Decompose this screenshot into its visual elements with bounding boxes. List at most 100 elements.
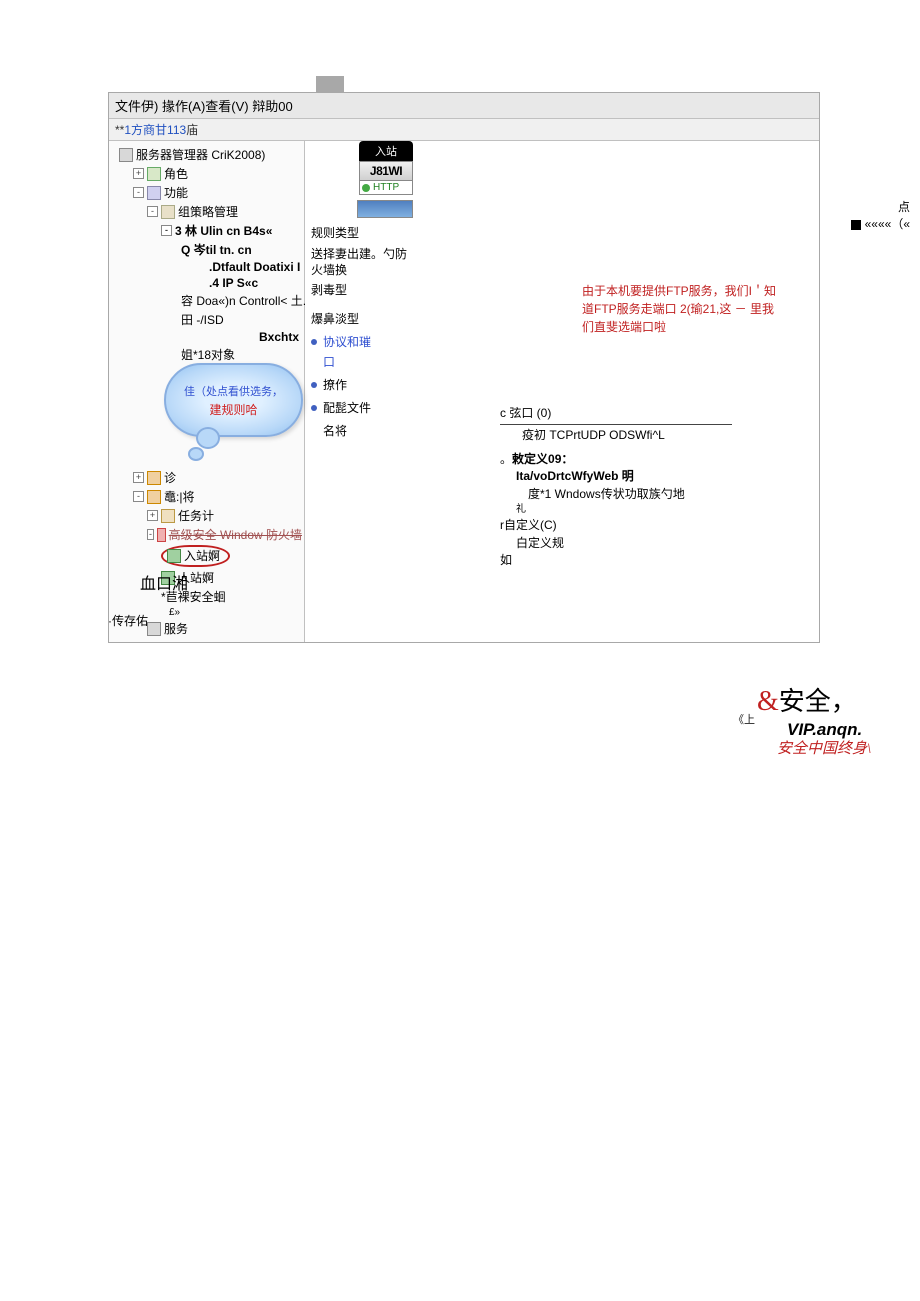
rule-type-desc-1: 送择妻出建。勺防火墙换	[309, 244, 419, 281]
collapse-icon[interactable]: -	[133, 491, 144, 502]
tree-diag[interactable]: + 诊	[109, 468, 304, 487]
rule-type-desc2-label: 剥毒型	[311, 281, 347, 298]
opt-predefined-value: Ita/voDrtcWfyWeb 明	[500, 468, 732, 485]
tree-firewall[interactable]: - 高级安全 Window 防火墙	[109, 525, 304, 544]
tree-ips[interactable]: .4 IP S«c	[109, 275, 304, 291]
tree-bxchtx-label: Bxchtx	[259, 330, 299, 344]
tree-security-rules[interactable]: *苣裸安全蛔	[109, 587, 304, 606]
tree-obj-label: 姐*18对象	[181, 346, 235, 363]
roles-icon	[147, 167, 161, 181]
tree-isd[interactable]: 田 -/ISD	[109, 310, 304, 329]
footer-left: ·传存佑	[108, 612, 148, 629]
tree-dtf-label: .Dtfault Doatixi I	[209, 260, 300, 274]
step-protocol-port[interactable]: 协议和璀	[309, 330, 419, 353]
tree-outbound-rules[interactable]: 人站婀	[109, 568, 304, 587]
step-action[interactable]: 撩作	[309, 373, 419, 396]
tree-bxchtx[interactable]: Bxchtx	[109, 329, 304, 345]
step-dot-icon	[311, 405, 317, 411]
wizard-steps-panel: 入站 J81WI HTTP 规则类型 送择妻出建。勺防火墙换 剥毒型 爆鼻淡型 …	[305, 141, 423, 642]
tree-features[interactable]: - 功能	[109, 183, 304, 202]
opt-predefined[interactable]: 。敕定义09：	[500, 451, 732, 468]
step-profile-label: 配髭文件	[323, 399, 371, 416]
tree-q[interactable]: Q 岑til tn. cn	[109, 240, 304, 259]
step-profile[interactable]: 配髭文件	[309, 396, 419, 419]
step-name[interactable]: 名将	[309, 419, 419, 442]
collapse-icon[interactable]: -	[161, 225, 172, 236]
action-pane: 入站 J81WI HTTP	[359, 141, 413, 195]
tree-panel: 服务器管理器 CriK2008) + 角色 - 功能 - 组策略管理 - 3 林…	[109, 141, 305, 642]
tree-roles[interactable]: + 角色	[109, 164, 304, 183]
step-dot-icon	[311, 339, 317, 345]
side-marks: 点 ««««（«	[851, 198, 910, 232]
collapse-icon[interactable]: -	[133, 187, 144, 198]
tree-root-label: 服务器管理器 CriK2008)	[136, 146, 265, 163]
config-icon	[147, 490, 161, 504]
rule-type-desc-2: 剥毒型	[309, 281, 419, 301]
opt-predefined-desc: 度*1 Wndows传状功取族勺地	[500, 486, 732, 503]
opt-custom[interactable]: r自定义(C)	[500, 517, 732, 534]
annotation-note: 由于本机要提供FTP服务，我们I＇知 道FTP服务走端口 2(瑜21,这 － 里…	[582, 282, 832, 336]
policy-icon	[161, 205, 175, 219]
expand-icon[interactable]: +	[133, 472, 144, 483]
tree-obj[interactable]: 姐*18对象	[109, 345, 304, 364]
expand-icon[interactable]: +	[133, 168, 144, 179]
bottom-text: 血口湘	[140, 570, 188, 594]
tree-doa-label: 容 Doa«)n Controll< 土.	[181, 292, 306, 309]
collapse-icon[interactable]: -	[147, 206, 158, 217]
tree-dtf[interactable]: .Dtfault Doatixi I	[109, 259, 304, 275]
action-http-row[interactable]: HTTP	[359, 181, 413, 195]
rule-type-options: c 弦口 (0) 疫初 TCPrtUDP ODSWfi^L 。敕定义09： It…	[500, 405, 732, 570]
tree-inbound-label: 入站婀	[184, 547, 220, 564]
menu-bar[interactable]: 文件伊) 掾作(A)查看(V) 辩助00	[109, 93, 819, 119]
tree-isd-label: 田 -/ISD	[181, 311, 224, 328]
tree-gp-label: 组策略管理	[178, 203, 238, 220]
step-dot-icon	[311, 428, 317, 434]
opt-predefined-desc-2: 礼	[500, 503, 732, 518]
tree-forest-label: 3 林 Ulin cn B4s«	[175, 222, 272, 239]
toolbar-prefix: **	[115, 123, 124, 137]
step-protocol-label-a: 协议和璀	[323, 333, 371, 350]
tree-ji-label: 鼁:|将	[164, 488, 194, 505]
tree-diag-label: 诊	[164, 469, 176, 486]
opt-predefined-label: 敕定义09：	[512, 452, 573, 466]
action-button[interactable]: J81WI	[359, 161, 413, 181]
toolbar[interactable]: **1方商甘113庙	[109, 119, 819, 141]
rule-type-heading: 规则类型	[309, 221, 419, 244]
side-dot-label: 点	[851, 198, 910, 215]
toolbar-link-1[interactable]: 1方商甘	[124, 123, 167, 137]
expand-icon[interactable]: +	[147, 510, 158, 521]
tree-roles-label: 角色	[164, 165, 188, 182]
side-marks-label: ««««（«	[865, 217, 910, 231]
branding-block: &安全， 《上 VIP.anqn. 安全中国终身\	[757, 684, 871, 759]
note-line-1: 由于本机要提供FTP服务，我们I＇知	[582, 282, 832, 300]
tree-firewall-label: 高级安全 Window 防火墙	[169, 526, 302, 543]
collapse-icon[interactable]: -	[147, 529, 154, 540]
tree-svc-ext-label: £»	[169, 607, 180, 618]
tree-doa[interactable]: 容 Doa«)n Controll< 土.	[109, 291, 304, 310]
steps-heading-label: 爆鼻淡型	[311, 310, 359, 327]
step-dot-icon	[311, 382, 317, 388]
tree-inbound-rules[interactable]: 入站婀	[109, 544, 304, 568]
toolbar-link-2[interactable]: 113	[167, 123, 186, 137]
tree-q-label: Q 岑til tn. cn	[181, 241, 252, 258]
tree-forest[interactable]: - 3 林 Ulin cn B4s«	[109, 221, 304, 240]
step-protocol-label-b: 口	[323, 353, 335, 370]
opt-port-desc-label: 疫初 TCPrtUDP ODSWfi^L	[522, 428, 665, 442]
inbound-highlight-circle: 入站婀	[161, 545, 230, 567]
opt-port-label: c 弦口 (0)	[500, 406, 551, 420]
tree-root[interactable]: 服务器管理器 CriK2008)	[109, 145, 304, 164]
tree-task[interactable]: + 任务计	[109, 506, 304, 525]
wizard-banner-image	[357, 200, 413, 218]
step-protocol-port-b: 口	[309, 353, 419, 373]
branding-vip: VIP.anqn.	[757, 719, 871, 740]
action-header: 入站	[359, 141, 413, 161]
opt-port[interactable]: c 弦口 (0)	[500, 405, 732, 422]
steps-heading: 爆鼻淡型	[309, 307, 419, 330]
action-http-label: HTTP	[373, 182, 399, 193]
opt-port-desc: 疫初 TCPrtUDP ODSWfi^L	[500, 424, 732, 444]
cloud-line-1: 佳（处点看供选务，	[184, 383, 283, 399]
http-status-icon	[362, 184, 370, 192]
step-name-label: 名将	[323, 422, 347, 439]
tree-gp[interactable]: - 组策略管理	[109, 202, 304, 221]
tree-ji[interactable]: - 鼁:|将	[109, 487, 304, 506]
